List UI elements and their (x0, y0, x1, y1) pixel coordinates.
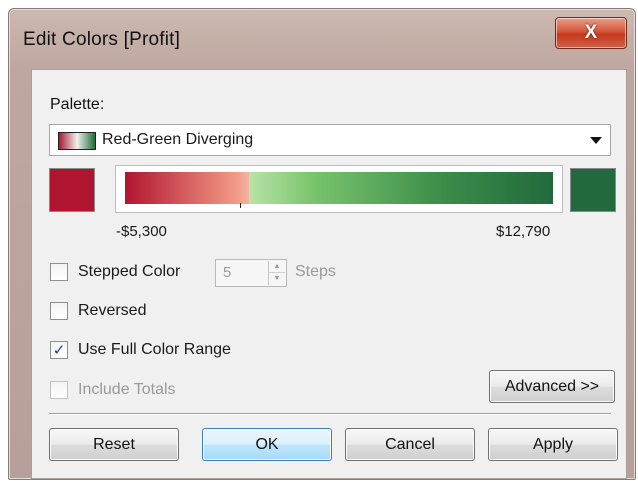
min-value-label: -$5,300 (116, 223, 167, 240)
stepper-up-icon[interactable]: ▲ (269, 261, 285, 273)
apply-button[interactable]: Apply (488, 428, 618, 461)
min-color-swatch[interactable] (49, 168, 95, 212)
stepper-down-icon[interactable]: ▼ (269, 273, 285, 284)
center-marker (240, 203, 241, 208)
reset-button[interactable]: Reset (49, 428, 179, 461)
advanced-button[interactable]: Advanced >> (489, 370, 615, 403)
reversed-checkbox[interactable] (50, 302, 68, 320)
palette-label: Palette: (50, 96, 105, 113)
ok-button[interactable]: OK (202, 428, 332, 461)
max-value-label: $12,790 (496, 223, 551, 240)
use-full-color-range-checkbox[interactable]: ✓ (50, 341, 68, 359)
steps-stepper[interactable]: 5 ▲ ▼ (215, 259, 287, 287)
steps-label: Steps (295, 263, 336, 280)
divider (49, 413, 611, 415)
dialog-title: Edit Colors [Profit] (23, 29, 181, 50)
stepper-buttons: ▲ ▼ (268, 261, 285, 285)
include-totals-label: Include Totals (78, 381, 176, 398)
checkmark-icon: ✓ (52, 342, 66, 359)
palette-swatch-icon (58, 132, 96, 150)
include-totals-checkbox (50, 381, 68, 399)
reversed-label: Reversed (78, 302, 147, 319)
dialog-body: Palette: Red-Green Diverging -$5,300 $12… (31, 69, 627, 479)
steps-value: 5 (223, 264, 232, 281)
palette-dropdown[interactable]: Red-Green Diverging (49, 124, 611, 156)
chevron-down-icon[interactable] (590, 137, 602, 144)
close-button[interactable]: X (555, 17, 627, 49)
close-icon: X (584, 22, 598, 43)
stepped-color-checkbox[interactable] (50, 263, 68, 281)
color-gradient-bar (125, 172, 553, 204)
color-gradient-preview (115, 165, 563, 213)
use-full-color-range-label: Use Full Color Range (78, 341, 231, 358)
palette-selected-value: Red-Green Diverging (102, 131, 254, 148)
cancel-button[interactable]: Cancel (345, 428, 475, 461)
stepped-color-label: Stepped Color (78, 263, 181, 280)
max-color-swatch[interactable] (570, 168, 616, 212)
edit-colors-dialog: Edit Colors [Profit] X Palette: Red-Gree… (8, 8, 636, 480)
